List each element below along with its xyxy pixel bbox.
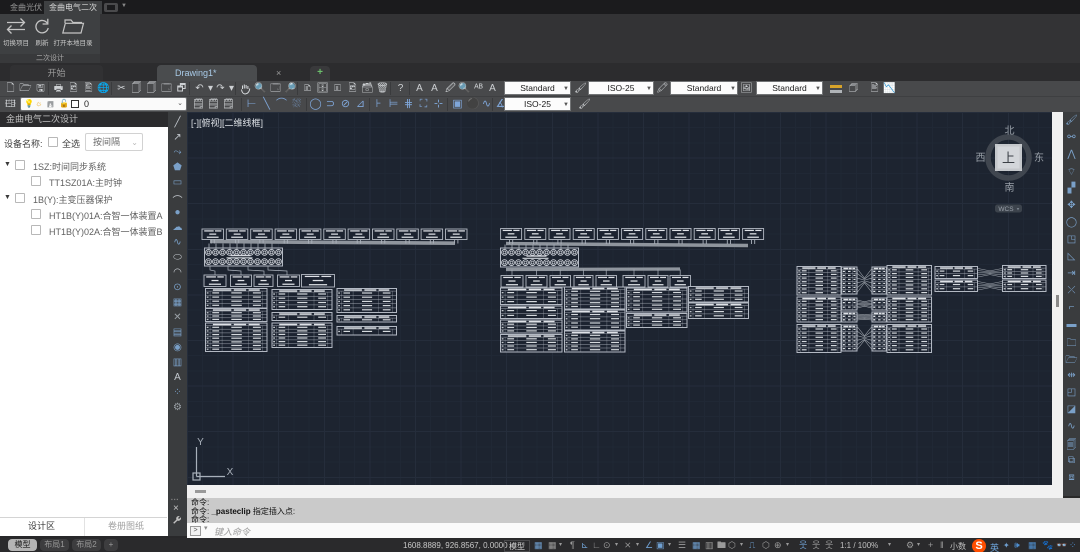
svg-text:WCS: WCS bbox=[998, 206, 1014, 213]
svg-text:东: 东 bbox=[1034, 151, 1044, 164]
svg-text:上: 上 bbox=[1002, 151, 1015, 166]
svg-text:西: 西 bbox=[976, 153, 986, 164]
svg-text:X: X bbox=[227, 467, 234, 478]
svg-text:南: 南 bbox=[1005, 181, 1015, 194]
svg-text:Y: Y bbox=[197, 437, 204, 448]
svg-text:北: 北 bbox=[1005, 125, 1015, 137]
